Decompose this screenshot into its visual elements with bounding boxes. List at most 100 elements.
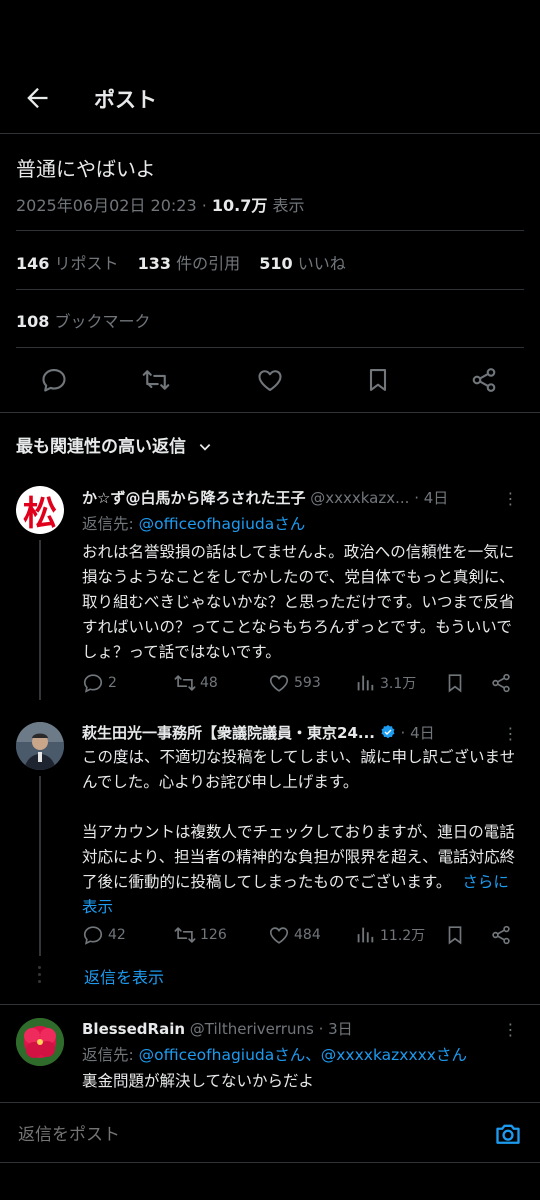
- reply-to-line: 返信先: @officeofhagiudaさん、@xxxxkazxxxxさん: [82, 1043, 467, 1065]
- post-datetime: 2025年06月02日 20:23 ·: [16, 196, 212, 215]
- likes-count: 510: [259, 254, 293, 273]
- quotes-stat[interactable]: 133 件の引用: [138, 254, 255, 273]
- views-count: 10.7万: [211, 196, 268, 215]
- reply-header: BlessedRain @Tiltheriverruns · 3日: [82, 1018, 482, 1039]
- reply-icon[interactable]: [40, 366, 68, 394]
- avatar-flower-image: [16, 1018, 64, 1066]
- repost-count: 48: [200, 675, 218, 691]
- views-label: 表示: [267, 196, 305, 215]
- like-count: 593: [294, 675, 321, 691]
- reply-author-handle[interactable]: @Tiltheriverruns: [190, 1020, 314, 1038]
- thread-dots: [37, 966, 43, 986]
- page-title: ポスト: [94, 88, 157, 112]
- reply-to-prefix: 返信先:: [82, 1046, 139, 1064]
- show-replies-link[interactable]: 返信を表示: [84, 964, 164, 988]
- reply-button[interactable]: 2: [82, 670, 117, 696]
- reply-button[interactable]: 42: [82, 922, 126, 948]
- verified-badge-icon: [381, 725, 395, 739]
- repost-icon: [174, 927, 196, 943]
- bookmark-icon[interactable]: [444, 670, 466, 696]
- avatar[interactable]: [16, 1018, 64, 1066]
- chevron-down-icon: [199, 444, 211, 451]
- repost-icon[interactable]: [142, 366, 170, 394]
- post-text: 普通にやばいよ: [16, 157, 156, 181]
- like-icon[interactable]: [256, 366, 284, 394]
- reply-author-handle[interactable]: @xxxxkazx...: [310, 489, 409, 507]
- top-bar: ポスト: [0, 72, 540, 124]
- divider: [16, 347, 524, 348]
- likes-label: いいね: [297, 254, 346, 273]
- views-button[interactable]: 11.2万: [354, 922, 425, 948]
- divider: [0, 1162, 540, 1163]
- reply-author-name[interactable]: 萩生田光一事務所【衆議院議員・東京24...: [82, 724, 375, 742]
- reply-time[interactable]: · 3日: [319, 1020, 353, 1038]
- repost-count: 126: [200, 927, 227, 943]
- bookmarks-stat[interactable]: 108 ブックマーク: [16, 308, 151, 332]
- reply-count: 42: [108, 927, 126, 943]
- reply-to-mention[interactable]: @officeofhagiudaさん、@xxxxkazxxxxさん: [139, 1046, 467, 1064]
- views-button[interactable]: 3.1万: [354, 670, 416, 696]
- avatar[interactable]: [16, 722, 64, 770]
- thread-line: [39, 776, 41, 956]
- quotes-count: 133: [137, 254, 172, 273]
- views-count: 3.1万: [380, 676, 417, 692]
- reply-icon: [83, 926, 103, 945]
- bookmarks-label: ブックマーク: [54, 312, 151, 331]
- reply-composer: [0, 1104, 540, 1164]
- reply-time[interactable]: · 4日: [414, 489, 448, 507]
- share-icon[interactable]: [490, 670, 512, 696]
- repost-button[interactable]: 126: [174, 922, 227, 948]
- share-icon[interactable]: [470, 366, 498, 394]
- camera-icon[interactable]: [494, 1120, 522, 1148]
- reply-text: おれは名誉毀損の話はしてませんよ。政治への信頼性を一気に損なうようなことをしでか…: [82, 543, 515, 661]
- like-button[interactable]: 484: [268, 922, 321, 948]
- divider: [0, 1004, 540, 1005]
- divider: [0, 133, 540, 134]
- reply-text: 当アカウントは複数人でチェックしておりますが、連日の電話対応により、担当者の精神…: [82, 823, 516, 891]
- views-chart-icon: [357, 675, 374, 691]
- more-options-icon[interactable]: ⋮: [502, 1020, 519, 1039]
- reply-input[interactable]: [16, 1124, 420, 1146]
- reply-author-name[interactable]: BlessedRain: [82, 1020, 185, 1038]
- reply-count: 2: [108, 675, 117, 691]
- avatar[interactable]: 松: [16, 486, 64, 534]
- like-icon: [269, 927, 289, 944]
- reply-action-bar: 42 126 484 11.2万: [82, 922, 522, 948]
- bookmark-icon[interactable]: [444, 922, 466, 948]
- sort-label: 最も関連性の高い返信: [16, 437, 186, 457]
- bookmarks-count: 108: [16, 312, 50, 331]
- reply-to-line: 返信先: @officeofhagiudaさん: [82, 512, 305, 534]
- reply-text-paragraph-1: この度は、不適切な投稿をしてしまい、誠に申し訳ございませんでした。心よりお詫び申…: [82, 748, 516, 791]
- reply-time[interactable]: · 4日: [401, 724, 435, 742]
- views-count: 11.2万: [380, 928, 426, 944]
- quotes-label: 件の引用: [176, 254, 241, 273]
- reply-text: 裏金問題が解決してないからだよ: [82, 1072, 315, 1090]
- like-count: 484: [294, 927, 321, 943]
- divider: [16, 289, 524, 290]
- reply-to-mention[interactable]: @officeofhagiudaさん: [139, 515, 306, 533]
- post-action-bar: [0, 362, 540, 398]
- repost-button[interactable]: 48: [174, 670, 218, 696]
- like-button[interactable]: 593: [268, 670, 321, 696]
- likes-stat[interactable]: 510 いいね: [259, 254, 360, 273]
- reply-icon: [83, 674, 103, 693]
- more-options-icon[interactable]: ⋮: [502, 724, 519, 743]
- reply-to-prefix: 返信先:: [82, 515, 139, 533]
- back-arrow-icon[interactable]: [22, 84, 52, 112]
- divider: [0, 1102, 540, 1103]
- thread-line: [39, 540, 41, 700]
- reply-sort-dropdown[interactable]: 最も関連性の高い返信: [16, 432, 212, 457]
- views-chart-icon: [357, 927, 374, 943]
- more-options-icon[interactable]: ⋮: [502, 489, 519, 508]
- reply-header: 萩生田光一事務所【衆議院議員・東京24... · 4日: [82, 722, 482, 743]
- reply-text-paragraph-2: 当アカウントは複数人でチェックしておりますが、連日の電話対応により、担当者の精神…: [82, 820, 522, 920]
- share-icon[interactable]: [490, 922, 512, 948]
- engagement-stats: 146 リポスト 133 件の引用 510 いいね: [16, 250, 360, 274]
- divider: [16, 230, 524, 231]
- reply-author-name[interactable]: か☆ず@白馬から降ろされた王子: [82, 489, 305, 507]
- bookmark-icon[interactable]: [364, 366, 392, 394]
- reply-header: か☆ず@白馬から降ろされた王子 @xxxxkazx... · 4日: [82, 487, 482, 508]
- reposts-label: リポスト: [54, 254, 119, 273]
- reposts-stat[interactable]: 146 リポスト: [16, 254, 133, 273]
- reply-action-bar: 2 48 593 3.1万: [82, 670, 522, 696]
